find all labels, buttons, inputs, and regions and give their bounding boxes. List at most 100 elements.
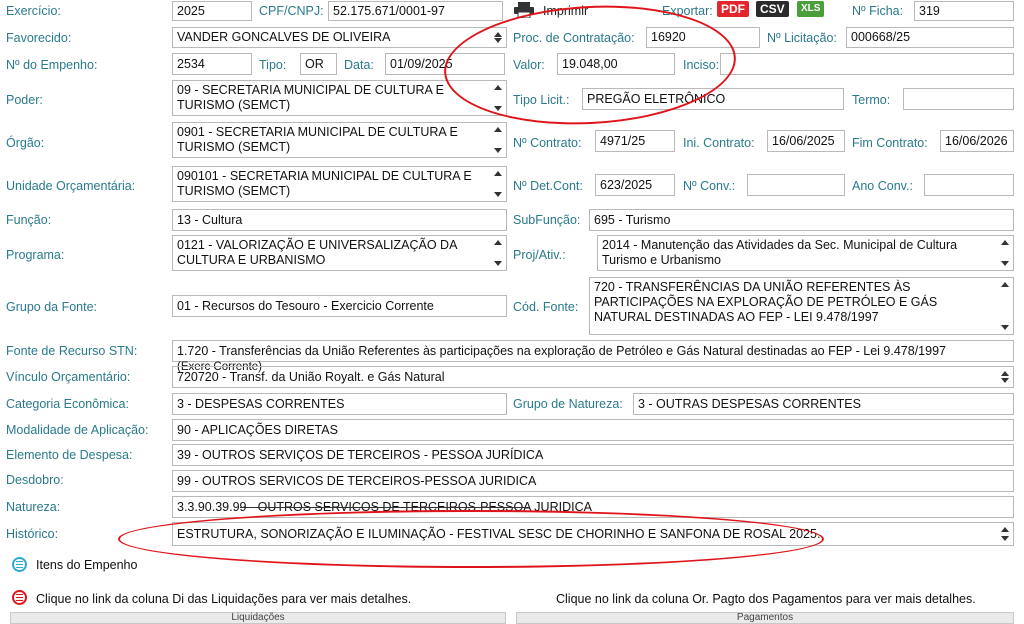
programa-field[interactable]: 0121 - VALORIZAÇÃO E UNIVERSALIZAÇÃO DA … bbox=[172, 235, 507, 271]
programa-label: Programa: bbox=[6, 248, 65, 262]
historico-value: ESTRUTURA, SONORIZAÇÃO E ILUMINAÇÃO - FE… bbox=[177, 526, 821, 541]
unidade-field[interactable]: 090101 - SECRETARIA MUNICIPAL DE CULTURA… bbox=[172, 166, 507, 202]
ini-contrato-label: Ini. Contrato: bbox=[683, 136, 755, 150]
subfuncao-label: SubFunção: bbox=[513, 213, 581, 227]
tab-pagamentos[interactable]: Pagamentos bbox=[516, 612, 1014, 624]
fim-contrato-label: Fim Contrato: bbox=[852, 136, 928, 150]
orgao-field[interactable]: 0901 - SECRETARIA MUNICIPAL DE CULTURA E… bbox=[172, 122, 507, 158]
funcao-field[interactable]: 13 - Cultura bbox=[172, 209, 507, 231]
favorecido-scroll[interactable] bbox=[493, 28, 503, 47]
printer-icon[interactable] bbox=[513, 2, 535, 19]
poder-field[interactable]: 09 - SECRETARIA MUNICIPAL DE CULTURA E T… bbox=[172, 80, 507, 116]
gruponat-label: Grupo de Natureza: bbox=[513, 397, 623, 411]
ficha-field[interactable]: 319 bbox=[914, 1, 1014, 21]
proc-field[interactable]: 16920 bbox=[646, 27, 760, 48]
data-field[interactable]: 01/09/2025 bbox=[385, 53, 505, 75]
detcont-label: Nº Det.Cont: bbox=[513, 179, 583, 193]
poder-value: 09 - SECRETARIA MUNICIPAL DE CULTURA E T… bbox=[177, 83, 444, 112]
grupofonte-label: Grupo da Fonte: bbox=[6, 300, 98, 314]
conv-field[interactable] bbox=[747, 174, 845, 196]
grupofonte-field[interactable]: 01 - Recursos do Tesouro - Exercicio Cor… bbox=[172, 295, 507, 317]
categoria-label: Categoria Econômica: bbox=[6, 397, 129, 411]
codfonte-value: 720 - TRANSFERÊNCIAS DA UNIÃO REFERENTES… bbox=[594, 280, 938, 324]
desdobro-label: Desdobro: bbox=[6, 473, 64, 487]
fontestn-label: Fonte de Recurso STN: bbox=[6, 344, 138, 358]
valor-label: Valor: bbox=[513, 58, 545, 72]
historico-scroll[interactable] bbox=[1000, 523, 1010, 545]
detcont-field[interactable]: 623/2025 bbox=[595, 174, 675, 196]
favorecido-field[interactable]: VANDER GONCALVES DE OLIVEIRA bbox=[172, 27, 507, 48]
modalidade-field[interactable]: 90 - APLICAÇÕES DIRETAS bbox=[172, 419, 1014, 441]
list-circle-icon bbox=[12, 590, 27, 605]
subfuncao-field[interactable]: 695 - Turismo bbox=[589, 209, 1014, 231]
poder-scroll[interactable] bbox=[493, 81, 503, 115]
data-label: Data: bbox=[344, 58, 374, 72]
historico-field[interactable]: ESTRUTURA, SONORIZAÇÃO E ILUMINAÇÃO - FE… bbox=[172, 522, 1014, 546]
anoconv-field[interactable] bbox=[924, 174, 1014, 196]
tipolicit-field[interactable]: PREGÃO ELETRÔNICO bbox=[582, 88, 844, 110]
projativ-label: Proj/Ativ.: bbox=[513, 248, 566, 262]
exercicio-label: Exercício: bbox=[6, 4, 61, 18]
licitacao-field[interactable]: 000668/25 bbox=[846, 27, 1014, 48]
export-csv-button[interactable]: CSV bbox=[756, 1, 789, 17]
favorecido-value: VANDER GONCALVES DE OLIVEIRA bbox=[177, 30, 391, 44]
fim-contrato-field[interactable]: 16/06/2026 bbox=[940, 130, 1014, 152]
cpf-field[interactable]: 52.175.671/0001-97 bbox=[328, 1, 503, 21]
projativ-field[interactable]: 2014 - Manutenção das Atividades da Sec.… bbox=[597, 235, 1014, 271]
desdobro-field[interactable]: 99 - OUTROS SERVICOS DE TERCEIROS-PESSOA… bbox=[172, 470, 1014, 492]
codfonte-field[interactable]: 720 - TRANSFERÊNCIAS DA UNIÃO REFERENTES… bbox=[589, 277, 1014, 335]
historico-label: Histórico: bbox=[6, 527, 59, 541]
orgao-value: 0901 - SECRETARIA MUNICIPAL DE CULTURA E… bbox=[177, 125, 458, 154]
print-label[interactable]: Imprimir bbox=[543, 4, 588, 18]
unidade-value: 090101 - SECRETARIA MUNICIPAL DE CULTURA… bbox=[177, 169, 472, 198]
tipo-field[interactable]: OR bbox=[300, 53, 337, 75]
fontestn-field[interactable]: 1.720 - Transferências da União Referent… bbox=[172, 340, 1014, 362]
natureza-strike-line bbox=[240, 507, 530, 508]
poder-label: Poder: bbox=[6, 93, 43, 107]
cpf-label: CPF/CNPJ: bbox=[259, 4, 324, 18]
projativ-scroll[interactable] bbox=[1000, 236, 1010, 270]
valor-field[interactable]: 19.048,00 bbox=[557, 53, 675, 75]
ficha-label: Nº Ficha: bbox=[852, 4, 904, 18]
exercicio-field[interactable]: 2025 bbox=[172, 1, 252, 21]
favorecido-label: Favorecido: bbox=[6, 31, 72, 45]
list-circle-icon[interactable] bbox=[12, 557, 27, 572]
elemento-label: Elemento de Despesa: bbox=[6, 448, 133, 462]
orgao-scroll[interactable] bbox=[493, 123, 503, 157]
export-xls-button[interactable]: XLS bbox=[797, 1, 825, 17]
tipolicit-label: Tipo Licit.: bbox=[513, 93, 570, 107]
licitacao-label: Nº Licitação: bbox=[767, 31, 837, 45]
projativ-value: 2014 - Manutenção das Atividades da Sec.… bbox=[602, 238, 958, 267]
termo-label: Termo: bbox=[852, 93, 891, 107]
export-pdf-button[interactable]: PDF bbox=[717, 1, 749, 17]
conv-label: Nº Conv.: bbox=[683, 179, 736, 193]
codfonte-label: Cód. Fonte: bbox=[513, 300, 579, 314]
funcao-label: Função: bbox=[6, 213, 52, 227]
empenho-field[interactable]: 2534 bbox=[172, 53, 252, 75]
elemento-field[interactable]: 39 - OUTROS SERVIÇOS DE TERCEIROS - PESS… bbox=[172, 444, 1014, 466]
ini-contrato-field[interactable]: 16/06/2025 bbox=[767, 130, 845, 152]
categoria-field[interactable]: 3 - DESPESAS CORRENTES bbox=[172, 393, 507, 415]
vinculo-label: Vínculo Orçamentário: bbox=[6, 370, 131, 384]
termo-field[interactable] bbox=[903, 88, 1014, 110]
tipo-label: Tipo: bbox=[259, 58, 287, 72]
programa-value: 0121 - VALORIZAÇÃO E UNIVERSALIZAÇÃO DA … bbox=[177, 238, 457, 267]
vinculo-field[interactable]: 720720 - Transf. da União Royalt. e Gás … bbox=[172, 366, 1014, 388]
export-label: Exportar: bbox=[662, 4, 713, 18]
codfonte-scroll[interactable] bbox=[1000, 278, 1010, 334]
programa-scroll[interactable] bbox=[493, 236, 503, 270]
pagamentos-hint: Clique no link da coluna Or. Pagto dos P… bbox=[556, 592, 976, 606]
contrato-field[interactable]: 4971/25 bbox=[595, 130, 675, 152]
proc-label: Proc. de Contratação: bbox=[513, 31, 635, 45]
itens-empenho-link[interactable]: Itens do Empenho bbox=[36, 558, 137, 572]
orgao-label: Órgão: bbox=[6, 136, 45, 150]
inciso-label: Inciso: bbox=[683, 58, 720, 72]
unidade-label: Unidade Orçamentária: bbox=[6, 179, 136, 193]
vinculo-scroll[interactable] bbox=[1000, 367, 1010, 387]
tab-liquidacoes[interactable]: Liquidações bbox=[10, 612, 506, 624]
vinculo-value: 720720 - Transf. da União Royalt. e Gás … bbox=[177, 369, 445, 384]
inciso-field[interactable] bbox=[720, 53, 1014, 75]
anoconv-label: Ano Conv.: bbox=[852, 179, 913, 193]
gruponat-field[interactable]: 3 - OUTRAS DESPESAS CORRENTES bbox=[633, 393, 1014, 415]
unidade-scroll[interactable] bbox=[493, 167, 503, 201]
